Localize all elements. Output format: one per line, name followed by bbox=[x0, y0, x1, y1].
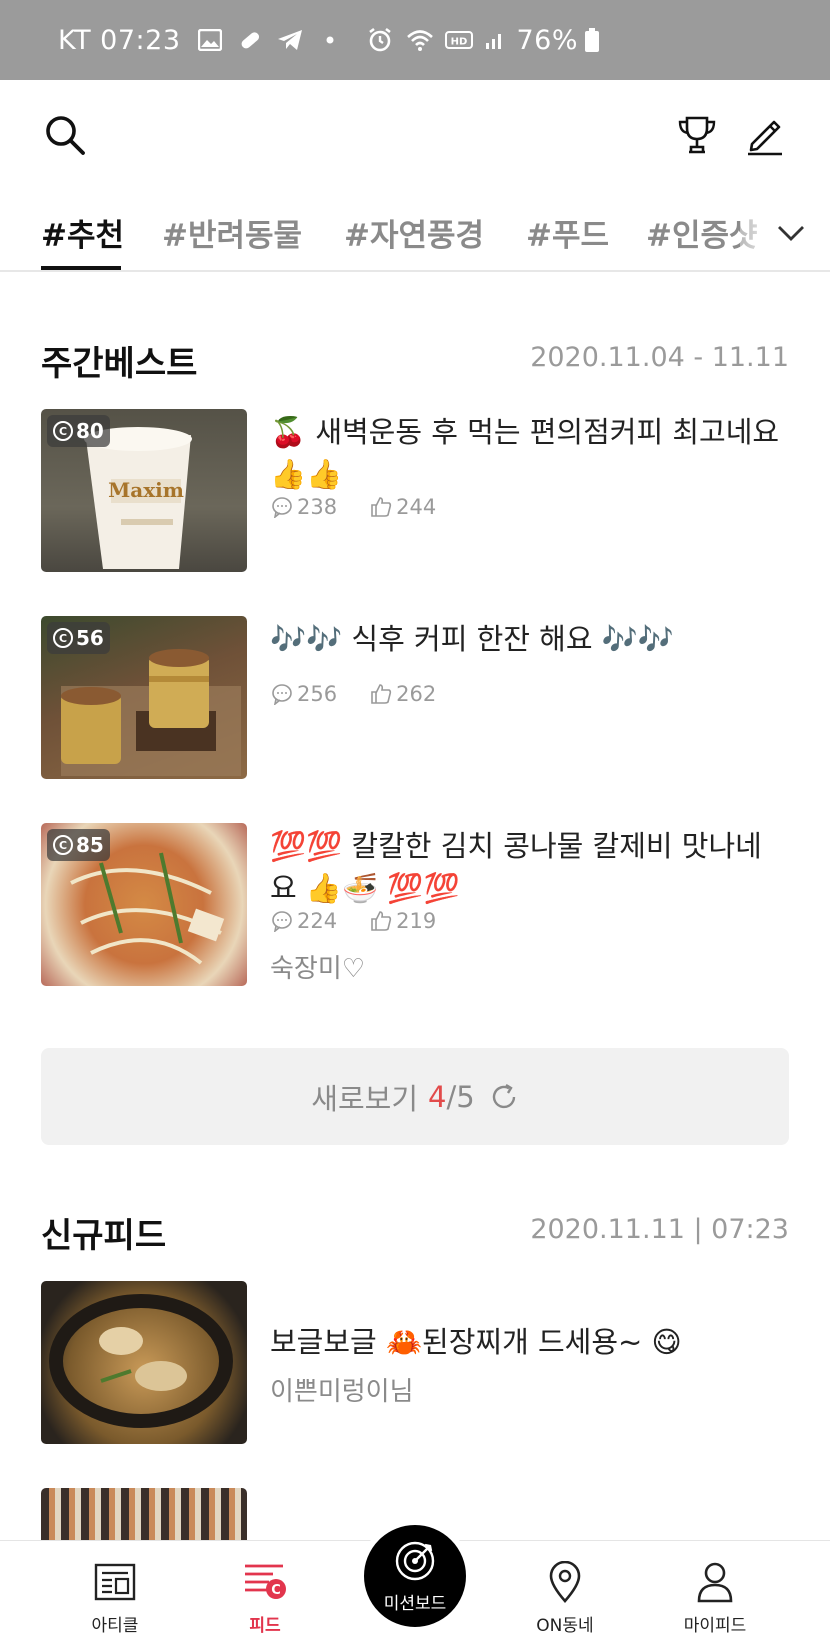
weekly-best-item[interactable]: C 56 🎶🎶 식후 커피 한잔 해요 🎶🎶 256 262 bbox=[41, 616, 789, 781]
comment-count: 256 bbox=[297, 682, 338, 706]
stew-image bbox=[49, 1294, 233, 1428]
nav-label: 아티클 bbox=[91, 1616, 139, 1636]
tab-recommended[interactable]: #추천 bbox=[41, 210, 124, 255]
dot-icon bbox=[315, 25, 345, 55]
like-count: 219 bbox=[396, 909, 437, 933]
score-badge: C 56 bbox=[47, 622, 110, 654]
trophy-button[interactable] bbox=[672, 110, 722, 160]
thumbs-up-icon bbox=[369, 495, 393, 519]
post-title: 🎶🎶 식후 커피 한잔 해요 🎶🎶 bbox=[270, 622, 674, 656]
section-date-range: 2020.11.04 - 11.11 bbox=[530, 342, 789, 373]
section-date: 2020.11.11 | 07:23 bbox=[530, 1214, 789, 1245]
article-icon bbox=[91, 1559, 139, 1605]
post-meta: 238 244 bbox=[270, 495, 436, 519]
post-thumbnail[interactable]: C 85 bbox=[41, 823, 247, 986]
refresh-label: 새로보기 bbox=[311, 1081, 419, 1116]
pill-icon bbox=[235, 25, 265, 55]
score-badge: C 85 bbox=[47, 829, 110, 861]
wifi-icon bbox=[405, 25, 435, 55]
comment-icon bbox=[270, 682, 294, 706]
section-title: 신규피드 bbox=[41, 1216, 167, 1256]
post-title: 💯💯 칼칼한 김치 콩나물 칼제비 맛나네요 👍🍜 💯💯 bbox=[270, 829, 762, 905]
comment-icon bbox=[270, 495, 294, 519]
refresh-total-pages: /5 bbox=[446, 1079, 475, 1114]
person-icon bbox=[691, 1559, 739, 1605]
location-pin-icon bbox=[541, 1559, 589, 1605]
battery-icon bbox=[584, 25, 600, 55]
tab-food[interactable]: #푸드 bbox=[526, 210, 609, 255]
svg-text:HD: HD bbox=[450, 37, 467, 48]
telegram-icon bbox=[275, 25, 305, 55]
new-feed-item[interactable]: 보글보글 🦀된장찌개 드세용~ 😋 이쁜미렁이님 bbox=[41, 1281, 789, 1446]
weekly-best-item[interactable]: Maxim C 80 🍒 새벽운동 후 먹는 편의점커피 최고네요👍👍 238 2… bbox=[41, 409, 789, 574]
feed-icon: C bbox=[241, 1559, 289, 1605]
tab-nature[interactable]: #자연풍경 bbox=[344, 210, 484, 255]
nav-label: 미션보드 bbox=[383, 1594, 447, 1614]
gallery-icon bbox=[195, 25, 225, 55]
nav-my-feed[interactable]: 마이피드 bbox=[655, 1541, 775, 1650]
search-button[interactable] bbox=[40, 110, 90, 160]
write-button[interactable] bbox=[740, 110, 790, 160]
tab-expand-button[interactable] bbox=[774, 218, 808, 248]
nav-mission-board[interactable]: 미션보드 bbox=[358, 1519, 472, 1633]
chevron-down-icon bbox=[778, 226, 804, 241]
section-title: 주간베스트 bbox=[41, 344, 198, 384]
svg-text:C: C bbox=[271, 1583, 281, 1598]
signal-icon bbox=[483, 25, 507, 55]
nav-neighborhood[interactable]: ON동네 bbox=[505, 1541, 625, 1650]
nav-label: 마이피드 bbox=[683, 1616, 747, 1636]
refresh-current-page: 4 bbox=[428, 1079, 447, 1114]
post-thumbnail[interactable] bbox=[41, 1488, 247, 1540]
post-title: 🍒 새벽운동 후 먹는 편의점커피 최고네요👍👍 bbox=[270, 415, 780, 491]
tab-pets[interactable]: #반려동물 bbox=[162, 210, 302, 255]
like-count: 244 bbox=[396, 495, 437, 519]
nav-label: ON동네 bbox=[536, 1616, 594, 1636]
status-bar: KT 07:23 HD 76% bbox=[0, 0, 830, 80]
nav-label: 피드 bbox=[249, 1616, 281, 1636]
post-author: 숙장미♡ bbox=[270, 954, 366, 984]
status-carrier-time: KT 07:23 bbox=[58, 24, 181, 56]
bottom-navigation: 아티클 C 피드 미션보드 ON동네 마이피드 bbox=[0, 1519, 830, 1650]
hd-icon: HD bbox=[444, 25, 473, 55]
new-feed-header: 신규피드 2020.11.11 | 07:23 bbox=[41, 1208, 789, 1258]
post-meta: 224 219 bbox=[270, 909, 436, 933]
active-tab-indicator bbox=[41, 266, 121, 270]
refresh-icon bbox=[492, 1083, 515, 1108]
like-count: 262 bbox=[396, 682, 437, 706]
top-bar bbox=[0, 80, 830, 192]
category-tabs: #추천 #반려동물 #자연풍경 #푸드 #인증샷 #탁 bbox=[0, 192, 830, 272]
alarm-icon bbox=[365, 25, 395, 55]
weekly-best-item[interactable]: C 85 💯💯 칼칼한 김치 콩나물 칼제비 맛나네요 👍🍜 💯💯 224 219… bbox=[41, 823, 789, 988]
pencil-icon bbox=[748, 120, 782, 156]
target-icon bbox=[393, 1539, 437, 1587]
comment-count: 238 bbox=[297, 495, 338, 519]
post-thumbnail[interactable]: C 56 bbox=[41, 616, 247, 779]
search-icon bbox=[46, 116, 85, 155]
post-thumbnail[interactable] bbox=[41, 1281, 247, 1444]
refresh-button[interactable]: 새로보기 4 /5 bbox=[41, 1048, 789, 1145]
weekly-best-header: 주간베스트 2020.11.04 - 11.11 bbox=[41, 336, 789, 386]
nav-article[interactable]: 아티클 bbox=[55, 1541, 175, 1650]
thumbs-up-icon bbox=[369, 682, 393, 706]
battery-percent: 76% bbox=[516, 24, 579, 56]
post-thumbnail[interactable]: Maxim C 80 bbox=[41, 409, 247, 572]
post-author: 이쁜미렁이님 bbox=[270, 1377, 414, 1407]
trophy-icon bbox=[678, 116, 716, 154]
comment-count: 224 bbox=[297, 909, 338, 933]
nav-feed[interactable]: C 피드 bbox=[205, 1541, 325, 1650]
thumbs-up-icon bbox=[369, 909, 393, 933]
comment-icon bbox=[270, 909, 294, 933]
post-title: 보글보글 🦀된장찌개 드세용~ 😋 bbox=[270, 1325, 682, 1359]
score-badge: C 80 bbox=[47, 415, 110, 447]
post-meta: 256 262 bbox=[270, 682, 436, 706]
svg-text:Maxim: Maxim bbox=[108, 478, 184, 502]
